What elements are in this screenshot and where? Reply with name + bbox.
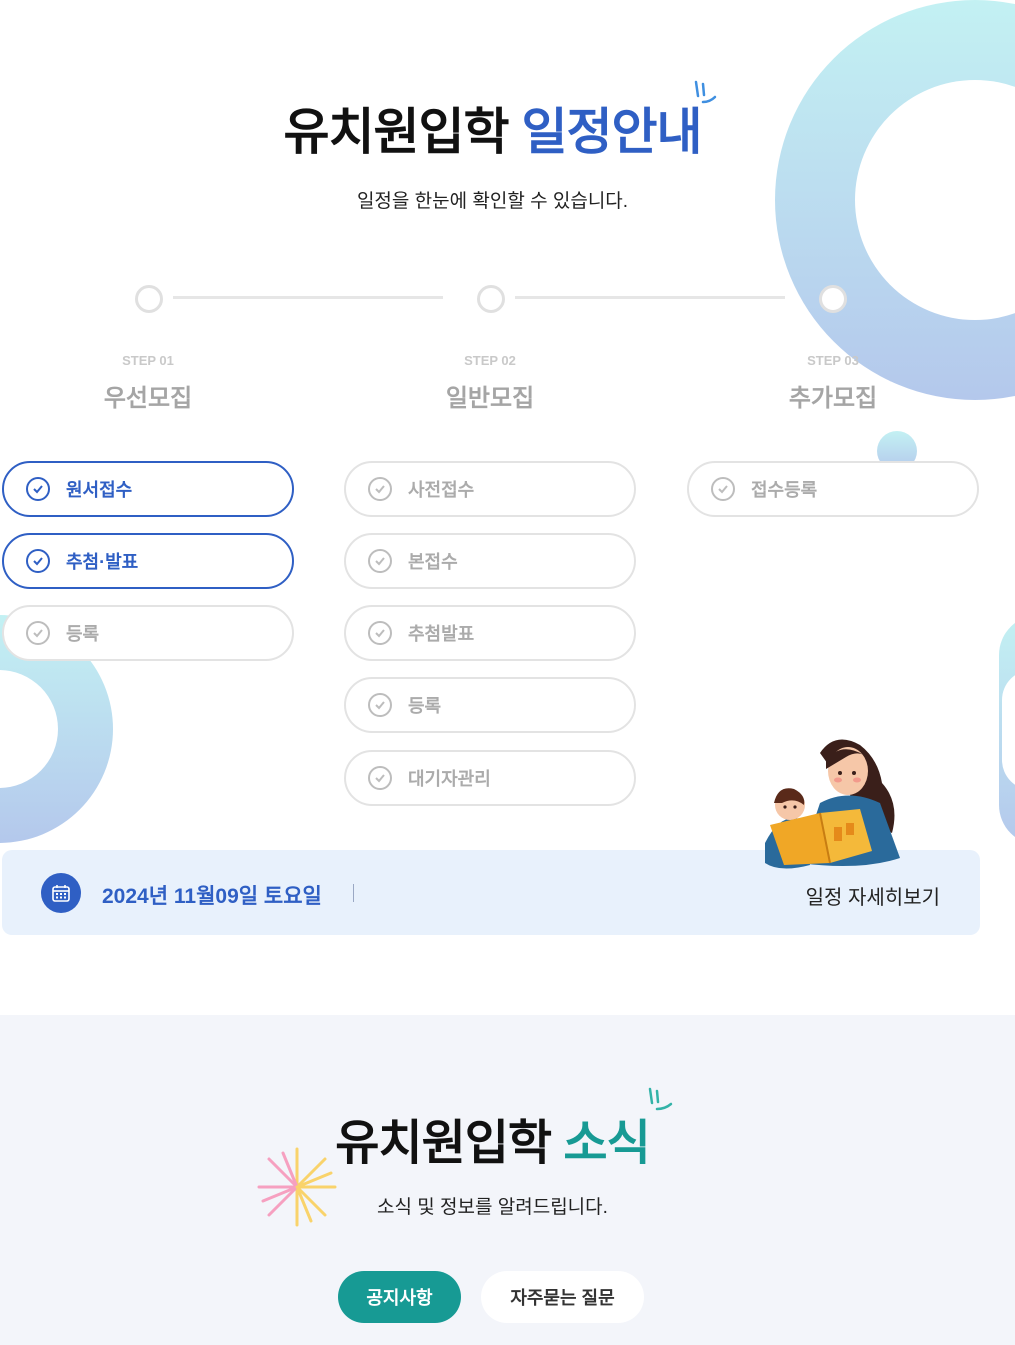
decorative-ring [999, 615, 1015, 845]
step-dot [477, 285, 505, 313]
schedule-item[interactable]: 등록 [2, 605, 294, 661]
page-title: 유치원입학 일정안내 [0, 92, 985, 164]
step-connector [515, 296, 785, 299]
check-circle-icon [711, 477, 735, 501]
schedule-item-label: 사전접수 [408, 480, 475, 500]
schedule-item-label: 접수등록 [751, 480, 818, 500]
check-circle-icon [26, 477, 50, 501]
news-title: 유치원입학 소식 [0, 1103, 985, 1173]
title-sparkle-icon [694, 80, 717, 104]
news-title-main: 유치원입학 [335, 1117, 552, 1170]
schedule-item[interactable]: 사전접수 [344, 461, 636, 517]
news-title-accent: 소식 [563, 1117, 650, 1170]
schedule-item-label: 등록 [66, 624, 100, 644]
schedule-item[interactable]: 등록 [344, 677, 636, 733]
news-subtitle: 소식 및 정보를 알려드립니다. [377, 1197, 608, 1218]
divider [353, 884, 354, 902]
check-circle-icon [26, 549, 50, 573]
schedule-item-label: 등록 [408, 696, 442, 716]
schedule-item[interactable]: 대기자관리 [344, 750, 636, 806]
title-sparkle-icon [648, 1087, 673, 1111]
schedule-item[interactable]: 추첨·발표 [2, 533, 294, 589]
step-name: 일반모집 [445, 385, 535, 412]
title-accent: 일정안내 [521, 104, 702, 160]
check-circle-icon [368, 766, 392, 790]
step-name: 우선모집 [103, 385, 193, 412]
step-number: STEP 03 [807, 353, 859, 368]
page-subtitle: 일정을 한눈에 확인할 수 있습니다. [356, 191, 629, 212]
schedule-item-label: 원서접수 [66, 480, 133, 500]
mother-reading-illustration [765, 739, 900, 869]
step-dot [819, 285, 847, 313]
schedule-item[interactable]: 추첨발표 [344, 605, 636, 661]
schedule-item[interactable]: 본접수 [344, 533, 636, 589]
schedule-item[interactable]: 접수등록 [687, 461, 979, 517]
calendar-icon [41, 873, 81, 913]
step-connector [173, 296, 443, 299]
current-date: 2024년 11월09일 토요일 [102, 885, 322, 908]
step-number: STEP 02 [464, 353, 516, 368]
check-circle-icon [368, 693, 392, 717]
step-number: STEP 01 [122, 353, 174, 368]
news-section: 유치원입학 소식 소식 및 정보를 알려드립니다. 공지사항 자주묻는 질문 [0, 1015, 1015, 1345]
tab-faq[interactable]: 자주묻는 질문 [481, 1271, 644, 1323]
step-name: 추가모집 [788, 385, 878, 412]
schedule-item-label: 대기자관리 [408, 769, 491, 789]
page: 유치원입학 일정안내 일정을 한눈에 확인할 수 있습니다. STEP 01 우… [0, 0, 1015, 1345]
check-circle-icon [368, 477, 392, 501]
schedule-item[interactable]: 원서접수 [2, 461, 294, 517]
check-circle-icon [368, 549, 392, 573]
schedule-item-label: 추첨발표 [408, 624, 475, 644]
tab-notice[interactable]: 공지사항 [338, 1271, 461, 1323]
check-circle-icon [368, 621, 392, 645]
schedule-item-label: 본접수 [408, 552, 458, 572]
title-main: 유치원입학 [283, 104, 510, 160]
check-circle-icon [26, 621, 50, 645]
step-dot [135, 285, 163, 313]
schedule-detail-link[interactable]: 일정 자세히보기 [806, 881, 940, 910]
schedule-item-label: 추첨·발표 [66, 552, 139, 572]
